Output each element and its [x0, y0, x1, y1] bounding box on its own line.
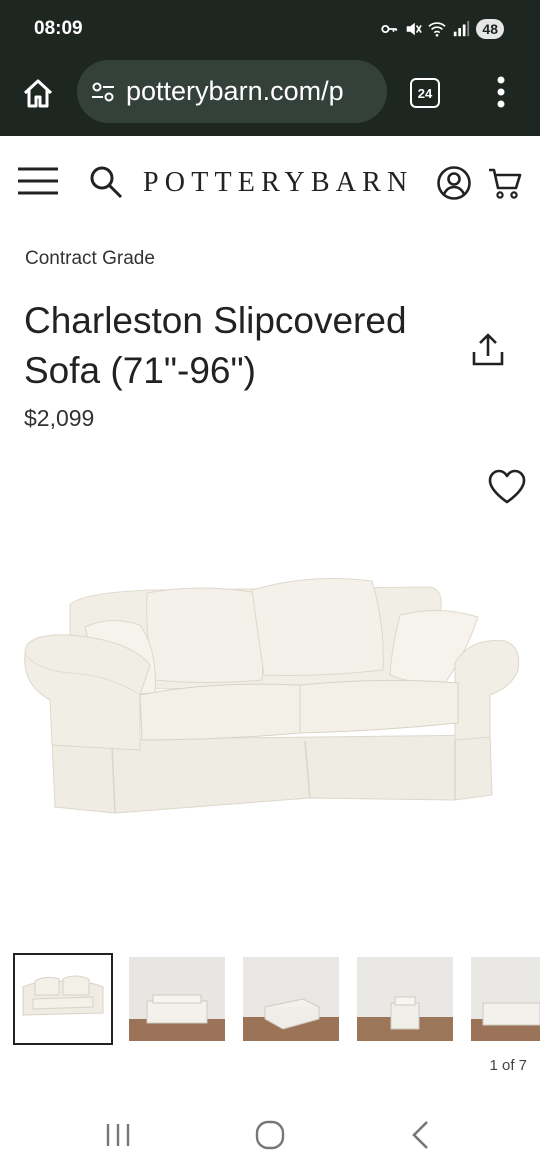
back-icon[interactable] — [408, 1119, 434, 1151]
system-nav-bar — [0, 1100, 540, 1170]
more-vert-icon[interactable] — [489, 72, 513, 112]
menu-icon[interactable] — [17, 166, 59, 196]
status-time: 08:09 — [34, 18, 83, 39]
signal-icon — [454, 20, 470, 37]
product-title: Charleston Slipcovered Sofa (71"-96") — [24, 300, 407, 391]
battery-indicator: 48 — [476, 19, 504, 39]
product-eyebrow: Contract Grade — [25, 248, 155, 269]
thumbnail-image — [22, 975, 104, 1016]
cart-icon[interactable] — [487, 165, 523, 201]
thumbnail-1[interactable] — [13, 953, 113, 1045]
thumbnail-image — [129, 957, 225, 1041]
thumbnail-image — [243, 957, 339, 1041]
account-icon[interactable] — [436, 165, 472, 201]
status-icons: 48 — [380, 18, 504, 40]
heart-icon[interactable] — [487, 468, 527, 506]
vpn-key-icon — [381, 24, 398, 34]
site-logo[interactable]: POTTERYBARN — [143, 167, 413, 199]
site-header: POTTERYBARN — [0, 136, 540, 228]
search-icon[interactable] — [88, 164, 124, 200]
image-thumbnails — [0, 953, 540, 1045]
thumbnail-4[interactable] — [357, 957, 453, 1041]
status-bar: 08:09 48 — [0, 0, 540, 58]
thumbnail-2[interactable] — [129, 957, 225, 1041]
product-price: $2,099 — [24, 405, 95, 431]
thumbnail-5[interactable] — [471, 957, 540, 1041]
url-text: potterybarn.com/p — [126, 76, 344, 106]
wifi-icon — [428, 22, 447, 37]
browser-toolbar: potterybarn.com/p 24 — [0, 58, 540, 136]
site-settings-icon[interactable] — [90, 79, 116, 105]
home-icon[interactable] — [20, 76, 56, 112]
recent-apps-icon[interactable] — [103, 1120, 133, 1150]
image-pager: 1 of 7 — [489, 1057, 527, 1074]
home-circle-icon[interactable] — [254, 1119, 286, 1151]
thumbnail-3[interactable] — [243, 957, 339, 1041]
address-bar[interactable]: potterybarn.com/p — [77, 60, 387, 123]
thumbnail-image — [357, 957, 453, 1041]
product-image[interactable] — [0, 545, 540, 845]
thumbnail-image — [471, 957, 540, 1041]
tab-switcher-button[interactable]: 24 — [410, 78, 440, 108]
vibrate-mute-icon — [407, 22, 423, 36]
share-icon[interactable] — [470, 332, 506, 368]
